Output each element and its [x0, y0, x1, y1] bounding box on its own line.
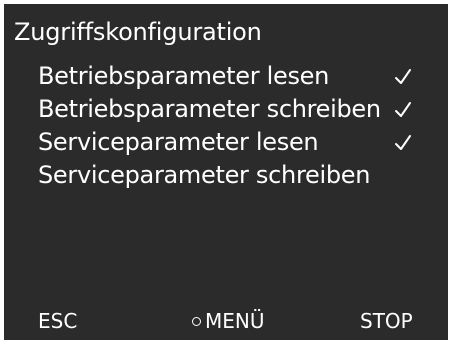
softkey-bar: ESC MENÜ STOP	[4, 306, 448, 336]
display-screen: Zugriffskonfiguration Betriebsparameter …	[4, 4, 448, 340]
menu-softkey[interactable]: MENÜ	[192, 306, 265, 336]
permission-label: Betriebsparameter lesen	[38, 62, 330, 90]
check-icon	[394, 60, 418, 93]
esc-softkey[interactable]: ESC	[38, 306, 77, 336]
permission-label: Serviceparameter lesen	[38, 128, 319, 156]
permission-label: Betriebsparameter schreiben	[38, 95, 381, 123]
permission-list: Betriebsparameter lesen Betriebsparamete…	[38, 60, 438, 192]
check-icon	[394, 126, 418, 159]
permission-item-operating-read[interactable]: Betriebsparameter lesen	[38, 60, 438, 93]
permission-item-operating-write[interactable]: Betriebsparameter schreiben	[38, 93, 438, 126]
circle-icon	[192, 317, 201, 326]
permission-item-service-write[interactable]: Serviceparameter schreiben	[38, 159, 438, 192]
permission-label: Serviceparameter schreiben	[38, 161, 371, 189]
check-icon	[394, 93, 418, 126]
page-title: Zugriffskonfiguration	[14, 18, 262, 46]
menu-softkey-label: MENÜ	[205, 309, 265, 333]
stop-softkey[interactable]: STOP	[360, 306, 413, 336]
permission-item-service-read[interactable]: Serviceparameter lesen	[38, 126, 438, 159]
